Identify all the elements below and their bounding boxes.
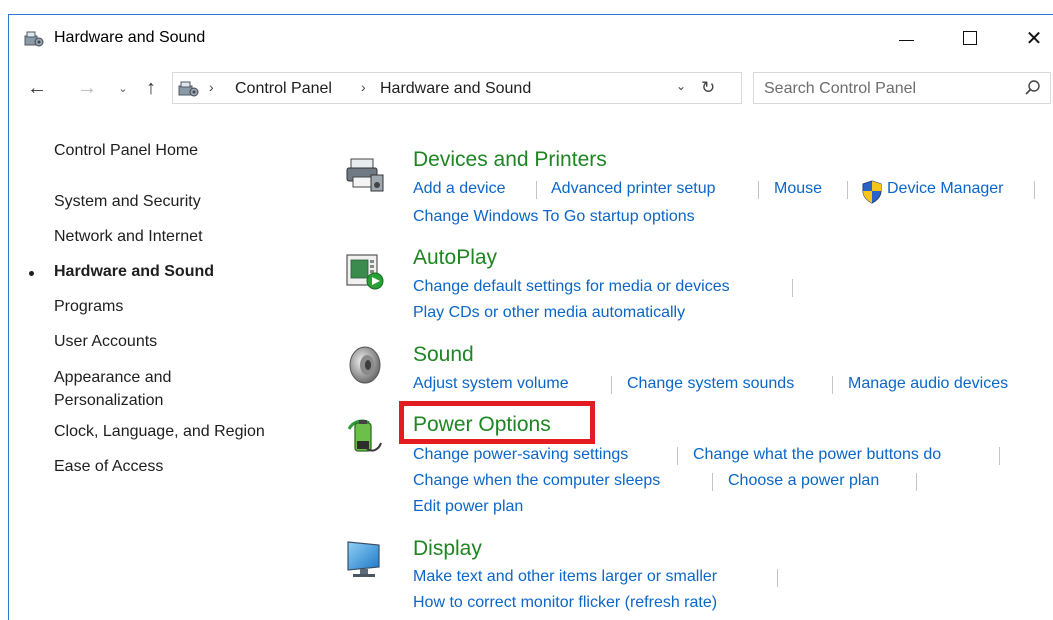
link-separator	[536, 181, 537, 199]
link-advanced-printer-setup[interactable]: Advanced printer setup	[551, 180, 716, 198]
link-device-manager[interactable]: Device Manager	[887, 180, 1004, 198]
battery-icon	[347, 419, 382, 452]
refresh-icon[interactable]: ↻	[701, 78, 715, 98]
link-separator	[792, 279, 793, 297]
sidebar-item-ease-of-access[interactable]: Ease of Access	[54, 455, 163, 478]
hardware-sound-icon	[178, 81, 199, 97]
minimize-button[interactable]	[883, 21, 929, 55]
link-power-buttons[interactable]: Change what the power buttons do	[693, 446, 941, 464]
title-bar: Hardware and Sound ✕	[9, 15, 1053, 59]
sidebar-item-programs[interactable]: Programs	[54, 295, 123, 318]
chevron-down-icon: ⌄	[118, 82, 128, 95]
search-box[interactable]: Search Control Panel	[753, 72, 1051, 104]
address-dropdown-icon[interactable]: ⌄	[676, 79, 686, 93]
link-text-size[interactable]: Make text and other items larger or smal…	[413, 568, 717, 586]
sidebar-item-hardware-sound[interactable]: Hardware and Sound	[54, 260, 214, 283]
link-edit-power-plan[interactable]: Edit power plan	[413, 498, 523, 516]
link-adjust-volume[interactable]: Adjust system volume	[413, 375, 569, 393]
link-change-system-sounds[interactable]: Change system sounds	[627, 375, 794, 393]
autoplay-icon	[346, 254, 384, 290]
link-add-device[interactable]: Add a device	[413, 180, 506, 198]
control-panel-window: Hardware and Sound ✕ ← → ⌄ ↑ › Control P…	[8, 14, 1053, 620]
link-separator	[712, 473, 713, 491]
sidebar-item-user-accounts[interactable]: User Accounts	[54, 330, 157, 353]
minimize-icon	[898, 39, 914, 41]
link-windows-to-go[interactable]: Change Windows To Go startup options	[413, 208, 695, 226]
link-separator	[847, 181, 848, 199]
breadcrumb-hardware-and-sound[interactable]: Hardware and Sound	[380, 80, 531, 98]
link-monitor-flicker[interactable]: How to correct monitor flicker (refresh …	[413, 594, 717, 612]
link-power-saving-settings[interactable]: Change power-saving settings	[413, 446, 628, 464]
link-play-cds[interactable]: Play CDs or other media automatically	[413, 304, 685, 322]
link-manage-audio-devices[interactable]: Manage audio devices	[848, 375, 1008, 393]
search-icon[interactable]	[1024, 79, 1042, 97]
hardware-sound-icon	[24, 31, 44, 47]
sidebar-item-appearance[interactable]: Appearance and Personalization	[54, 366, 204, 412]
category-devices-printers[interactable]: Devices and Printers	[413, 148, 607, 172]
recent-locations-button[interactable]: ⌄	[109, 73, 137, 103]
link-separator	[758, 181, 759, 199]
link-separator	[1034, 181, 1035, 199]
navigation-bar: ← → ⌄ ↑ › Control Panel › Hardware and S…	[9, 71, 1053, 107]
close-icon: ✕	[1025, 27, 1043, 50]
printer-icon	[346, 158, 384, 192]
active-bullet	[29, 271, 34, 276]
monitor-icon	[347, 541, 380, 577]
sidebar-item-network-internet[interactable]: Network and Internet	[54, 225, 203, 248]
sidebar-item-system-security[interactable]: System and Security	[54, 190, 201, 213]
uac-shield-icon	[862, 180, 882, 204]
up-arrow-icon: ↑	[146, 76, 156, 99]
link-mouse[interactable]: Mouse	[774, 180, 822, 198]
address-bar[interactable]: › Control Panel › Hardware and Sound ⌄ ↻	[172, 72, 742, 104]
breadcrumb-separator: ›	[209, 79, 214, 95]
breadcrumb-separator: ›	[361, 79, 366, 95]
link-separator	[677, 447, 678, 465]
maximize-button[interactable]	[947, 21, 993, 55]
category-sound[interactable]: Sound	[413, 343, 474, 367]
category-power-options[interactable]: Power Options	[413, 413, 551, 437]
link-separator	[832, 376, 833, 394]
breadcrumb-control-panel[interactable]: Control Panel	[235, 80, 332, 98]
link-computer-sleeps[interactable]: Change when the computer sleeps	[413, 472, 660, 490]
link-separator	[777, 569, 778, 587]
sidebar-control-panel-home[interactable]: Control Panel Home	[54, 139, 198, 162]
back-button[interactable]: ←	[23, 73, 51, 103]
speaker-icon	[349, 346, 381, 384]
forward-button[interactable]: →	[73, 73, 101, 103]
close-button[interactable]: ✕	[1011, 21, 1053, 55]
link-choose-power-plan[interactable]: Choose a power plan	[728, 472, 879, 490]
category-display[interactable]: Display	[413, 537, 482, 561]
link-separator	[611, 376, 612, 394]
category-autoplay[interactable]: AutoPlay	[413, 246, 497, 270]
link-autoplay-defaults[interactable]: Change default settings for media or dev…	[413, 278, 730, 296]
up-button[interactable]: ↑	[137, 73, 165, 103]
link-separator	[916, 473, 917, 491]
maximize-icon	[963, 31, 977, 45]
window-title: Hardware and Sound	[54, 29, 206, 46]
back-arrow-icon: ←	[27, 76, 47, 99]
link-separator	[999, 447, 1000, 465]
search-input[interactable]: Search Control Panel	[764, 80, 916, 98]
sidebar-item-clock-language[interactable]: Clock, Language, and Region	[54, 420, 265, 443]
forward-arrow-icon: →	[77, 76, 97, 99]
